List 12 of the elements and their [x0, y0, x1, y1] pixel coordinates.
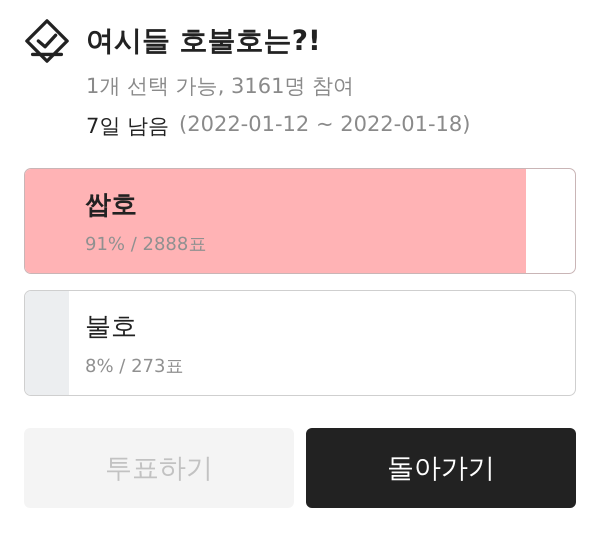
- ballot-check-icon: [24, 18, 70, 64]
- poll-title: 여시들 호불호는?!: [86, 23, 322, 59]
- poll-period: (2022-01-12 ~ 2022-01-18): [179, 112, 470, 138]
- option-label: 쌉호: [85, 189, 138, 222]
- option-label: 불호: [85, 311, 138, 344]
- poll-option[interactable]: 불호 8% / 273표: [24, 290, 576, 396]
- back-button[interactable]: 돌아가기: [306, 428, 576, 508]
- poll-meta: 1개 선택 가능, 3161명 참여: [86, 73, 356, 100]
- option-result: 91% / 2888표: [85, 233, 208, 256]
- option-result: 8% / 273표: [85, 355, 184, 378]
- poll-option[interactable]: 쌉호 91% / 2888표: [24, 168, 576, 274]
- remaining-days: 7일 남음: [86, 112, 170, 140]
